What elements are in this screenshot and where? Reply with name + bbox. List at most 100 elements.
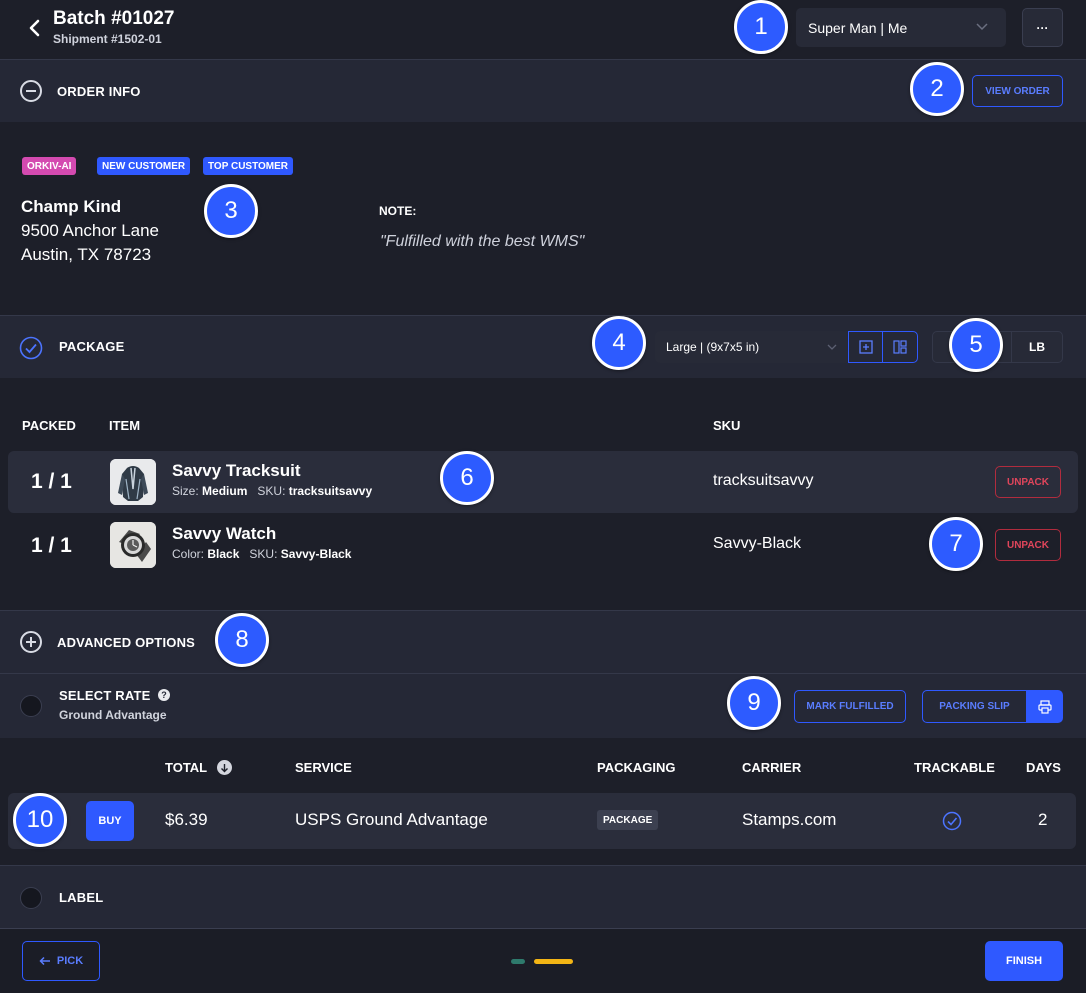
order-info-label: ORDER INFO: [57, 84, 141, 99]
attr-value: Medium: [202, 484, 248, 498]
unpack-button[interactable]: UNPACK: [995, 466, 1061, 498]
label-radio[interactable]: [20, 887, 42, 909]
column-packaging: PACKAGING: [597, 760, 676, 775]
print-button[interactable]: [1026, 690, 1063, 723]
user-select-value: Super Man | Me: [808, 19, 908, 36]
table-row: [8, 451, 1078, 513]
tag-top-customer: TOP CUSTOMER: [203, 157, 294, 175]
chevron-down-icon: [827, 344, 837, 350]
address-line-2: Austin, TX 78723: [21, 245, 152, 264]
rate-carrier: Stamps.com: [742, 810, 837, 829]
address-line-1: 9500 Anchor Lane: [21, 221, 160, 240]
column-trackable: TRACKABLE: [914, 760, 995, 775]
note-text: "Fulfilled with the best WMS": [380, 233, 585, 250]
sku-inline: Savvy-Black: [280, 547, 352, 561]
help-icon[interactable]: ?: [158, 689, 170, 701]
printer-icon: [1037, 699, 1052, 714]
callout-badge: 10: [13, 793, 67, 847]
page-title: Batch #01027: [53, 8, 175, 29]
sku-label: SKU:: [249, 547, 278, 561]
add-box-icon: [858, 340, 873, 354]
callout-badge: 3: [204, 184, 258, 238]
collapse-minus-icon[interactable]: [20, 80, 42, 102]
sku-label: SKU:: [257, 484, 286, 498]
callout-badge: 8: [215, 613, 269, 667]
customer-name: Champ Kind: [21, 197, 122, 216]
pick-label: PICK: [56, 955, 84, 967]
mark-fulfilled-button[interactable]: MARK FULFILLED: [794, 690, 906, 723]
column-packed: PACKED: [22, 418, 76, 433]
rate-service: USPS Ground Advantage: [295, 810, 488, 829]
packed-count: 1 / 1: [31, 534, 72, 557]
tag-orkiv-ai: ORKIV-AI: [22, 157, 77, 175]
finish-button[interactable]: FINISH: [985, 941, 1063, 981]
back-button[interactable]: [24, 16, 46, 40]
back-chevron-icon: [29, 19, 40, 37]
weight-unit-value: LB: [1029, 340, 1045, 354]
callout-badge: 1: [734, 0, 788, 54]
add-box-button[interactable]: [848, 331, 883, 363]
column-item: ITEM: [109, 418, 141, 433]
item-sku: tracksuitsavvy: [713, 472, 814, 489]
column-days: DAYS: [1026, 760, 1061, 775]
pick-button[interactable]: PICK: [22, 941, 100, 981]
package-header: [0, 316, 1086, 378]
callout-badge: 5: [949, 318, 1003, 372]
column-carrier: CARRIER: [742, 760, 802, 775]
more-icon: ···: [1036, 20, 1049, 35]
progress-step-active: [534, 959, 573, 964]
plus-circle-icon[interactable]: [20, 631, 42, 653]
box-layout-button[interactable]: [882, 331, 918, 363]
item-sku: Savvy-Black: [713, 535, 802, 552]
box-size-select[interactable]: Large | (9x7x5 in): [655, 331, 847, 363]
packing-slip-button[interactable]: PACKING SLIP: [922, 690, 1027, 723]
check-circle-icon: [19, 336, 43, 360]
note-label: NOTE:: [379, 204, 417, 218]
advanced-options-label: ADVANCED OPTIONS: [57, 635, 196, 650]
attr-label: Size:: [172, 484, 199, 498]
column-total-label: TOTAL: [165, 760, 208, 775]
sku-inline: tracksuitsavvy: [288, 484, 373, 498]
label-header: [0, 866, 1086, 928]
select-rate-label: SELECT RATE: [59, 688, 151, 703]
tag-new-customer: NEW CUSTOMER: [97, 157, 191, 175]
attr-label: Color:: [172, 547, 205, 561]
sort-down-icon[interactable]: [217, 760, 232, 775]
label-section-label: LABEL: [59, 890, 104, 905]
column-total[interactable]: TOTAL: [165, 760, 207, 775]
packaging-badge: PACKAGE: [597, 810, 659, 830]
item-name: Savvy Watch: [172, 524, 277, 543]
shipment-subtitle: Shipment #1502-01: [53, 32, 162, 46]
package-label: PACKAGE: [59, 339, 125, 354]
trackable-check-icon: [942, 811, 962, 831]
callout-badge: 2: [910, 62, 964, 116]
chevron-down-icon: [976, 23, 988, 31]
callout-badge: 9: [727, 676, 781, 730]
callout-badge: 6: [440, 451, 494, 505]
attr-value: Black: [207, 547, 240, 561]
column-service: SERVICE: [295, 760, 352, 775]
packed-count: 1 / 1: [31, 470, 72, 493]
weight-unit-select[interactable]: LB: [1011, 331, 1063, 363]
layout-icon: [893, 340, 907, 354]
callout-badge: 7: [929, 517, 983, 571]
arrow-left-icon: [39, 956, 50, 966]
selected-rate: Ground Advantage: [59, 708, 167, 722]
item-details: Size: Medium SKU: tracksuitsavvy: [172, 484, 372, 498]
column-sku: SKU: [713, 418, 741, 433]
product-image-watch: [110, 522, 156, 568]
rate-days: 2: [1038, 810, 1048, 829]
item-details: Color: Black SKU: Savvy-Black: [172, 547, 351, 561]
user-select[interactable]: Super Man | Me: [796, 8, 1006, 47]
rate-total: $6.39: [165, 810, 208, 829]
callout-badge: 4: [592, 316, 646, 370]
select-rate-radio[interactable]: [20, 695, 42, 717]
unpack-button[interactable]: UNPACK: [995, 529, 1061, 561]
more-button[interactable]: ···: [1022, 8, 1063, 47]
view-order-button[interactable]: VIEW ORDER: [972, 75, 1063, 107]
box-size-value: Large | (9x7x5 in): [666, 340, 760, 354]
item-name: Savvy Tracksuit: [172, 461, 301, 480]
help-icon-glyph: ?: [161, 690, 167, 700]
product-image-tracksuit: [110, 459, 156, 505]
buy-button[interactable]: BUY: [86, 801, 134, 841]
